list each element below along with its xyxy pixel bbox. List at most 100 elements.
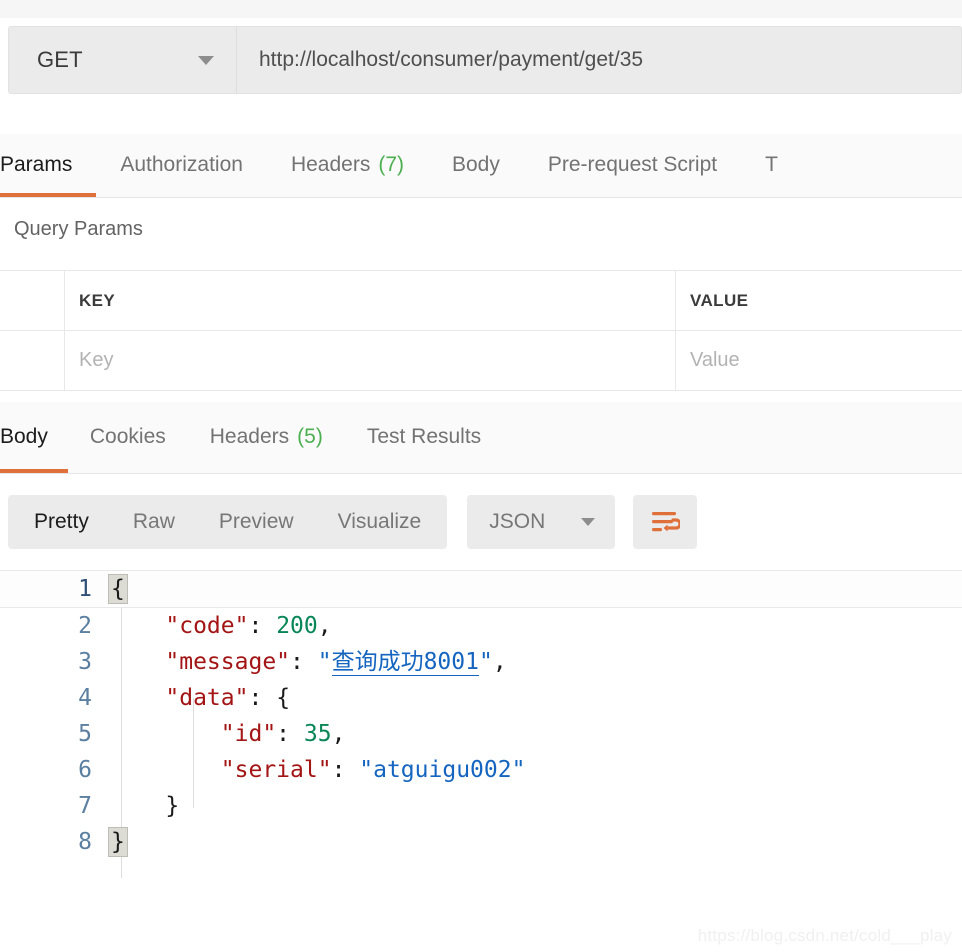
- code-token: :: [248, 685, 277, 711]
- response-tab-bar: Body Cookies Headers (5) Test Results: [0, 402, 962, 474]
- request-tab-headers[interactable]: Headers (7): [267, 134, 428, 197]
- code-token: 35: [303, 721, 332, 747]
- code-token: ,: [492, 649, 507, 675]
- table-header-row: KEY VALUE: [0, 270, 962, 331]
- chevron-down-icon: [198, 55, 214, 65]
- view-mode-group: Pretty Raw Preview Visualize: [8, 495, 448, 549]
- code-text: "data": {: [110, 680, 290, 716]
- code-text: "code": 200,: [110, 608, 331, 644]
- response-tab-test-results[interactable]: Test Results: [345, 402, 503, 473]
- code-text: }: [108, 824, 128, 860]
- header-cell-check: [0, 271, 65, 330]
- response-format-select[interactable]: JSON: [467, 495, 616, 549]
- code-text: {: [108, 571, 128, 607]
- code-token: :: [248, 613, 277, 639]
- tab-label: Body: [452, 153, 500, 176]
- view-mode-raw[interactable]: Raw: [111, 495, 197, 549]
- code-text: "serial": "atguigu002": [110, 752, 526, 788]
- request-tab-pre-request-script[interactable]: Pre-request Script: [524, 134, 741, 197]
- tab-label: Authorization: [120, 153, 243, 176]
- tab-count-badge: (7): [378, 153, 404, 176]
- param-key-placeholder: Key: [79, 349, 114, 371]
- request-url-input[interactable]: http://localhost/consumer/payment/get/35: [237, 27, 961, 93]
- line-number: 2: [78, 613, 92, 639]
- request-tab-bar: Params Authorization Headers (7) Body Pre-req…: [0, 134, 962, 198]
- view-mode-visualize[interactable]: Visualize: [316, 495, 444, 549]
- line-number: 4: [78, 685, 92, 711]
- response-format-label: JSON: [489, 510, 546, 533]
- response-tab-cookies[interactable]: Cookies: [68, 402, 188, 473]
- param-key-input[interactable]: Key: [65, 331, 676, 390]
- code-token: "code": [165, 613, 249, 639]
- code-token: }: [165, 793, 180, 819]
- request-tab-params[interactable]: Params: [0, 134, 97, 197]
- code-token: :: [276, 721, 304, 747]
- code-token: :: [331, 757, 360, 783]
- code-line: 6 "serial": "atguigu002": [0, 752, 962, 788]
- request-url-row: GET http://localhost/consumer/payment/ge…: [0, 18, 962, 102]
- tab-label: Body: [0, 425, 48, 448]
- query-params-title: Query Params: [14, 218, 143, 240]
- code-line: 7 }: [0, 788, 962, 824]
- code-token: :: [290, 649, 318, 675]
- line-number: 5: [78, 721, 92, 747]
- row-checkbox-cell[interactable]: [0, 331, 65, 390]
- code-text: "message": "查询成功8001",: [110, 644, 507, 680]
- http-method-select[interactable]: GET: [9, 27, 237, 93]
- matched-brace: }: [108, 827, 128, 857]
- request-tab-t[interactable]: T: [741, 134, 802, 197]
- code-text: }: [110, 788, 179, 824]
- code-line: 1{: [0, 570, 962, 608]
- response-tab-body[interactable]: Body: [0, 402, 68, 473]
- word-wrap-icon: [652, 512, 681, 532]
- code-line: 2 "code": 200,: [0, 608, 962, 644]
- chevron-down-icon: [581, 518, 596, 526]
- code-token: {: [276, 685, 291, 711]
- code-token: ,: [331, 721, 346, 747]
- postman-window: GET http://localhost/consumer/payment/ge…: [0, 0, 962, 952]
- table-row: Key Value: [0, 331, 962, 391]
- word-wrap-button[interactable]: [633, 495, 698, 549]
- code-line: 5 "id": 35,: [0, 716, 962, 752]
- request-tab-authorization[interactable]: Authorization: [96, 134, 267, 197]
- code-token: "atguigu002": [359, 757, 526, 783]
- tab-label: Params: [0, 153, 73, 176]
- tab-label: Cookies: [89, 425, 166, 448]
- request-url-bar: GET http://localhost/consumer/payment/ge…: [8, 26, 962, 94]
- request-tab-body[interactable]: Body: [428, 134, 524, 197]
- header-cell-key: KEY: [65, 271, 676, 330]
- tab-count-badge: (5): [297, 425, 323, 448]
- line-number: 1: [78, 576, 92, 602]
- code-token: 查询成功8001: [331, 649, 479, 676]
- view-mode-preview[interactable]: Preview: [197, 495, 316, 549]
- matched-brace: {: [108, 574, 128, 604]
- code-line: 8}: [0, 824, 962, 860]
- code-token: ": [478, 649, 493, 675]
- code-token: 200: [276, 613, 318, 639]
- line-number: 3: [78, 649, 92, 675]
- tab-label: Pre-request Script: [547, 153, 718, 176]
- header-cell-value: VALUE: [690, 290, 749, 310]
- param-value-input[interactable]: Value: [676, 331, 962, 390]
- code-token: "serial": [220, 757, 332, 783]
- code-line: 4 "data": {: [0, 680, 962, 716]
- code-lines: 1{2 "code": 200, 3 "message": "查询成功8001",…: [0, 570, 962, 860]
- param-value-placeholder: Value: [690, 349, 740, 371]
- window-top-strip: [0, 0, 962, 18]
- watermark-text: https://blog.csdn.net/cold___play: [697, 926, 952, 945]
- code-token: ": [317, 649, 332, 675]
- line-number: 6: [78, 757, 92, 783]
- response-body-editor[interactable]: 1{2 "code": 200, 3 "message": "查询成功8001",…: [0, 570, 962, 952]
- line-number: 8: [78, 829, 92, 855]
- code-token: "data": [165, 685, 249, 711]
- line-number: 7: [78, 793, 92, 819]
- tab-label: Headers: [209, 425, 290, 448]
- view-mode-pretty[interactable]: Pretty: [12, 495, 111, 549]
- response-tab-headers[interactable]: Headers (5): [188, 402, 345, 473]
- http-method-label: GET: [37, 47, 83, 72]
